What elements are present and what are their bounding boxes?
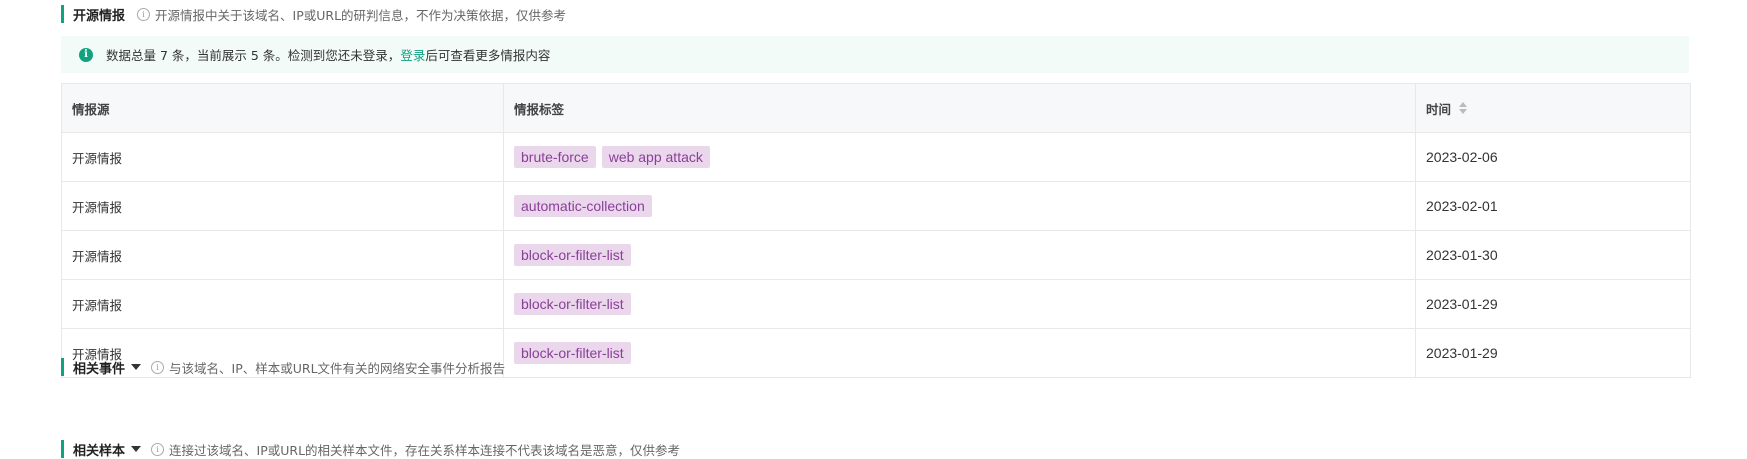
notice-banner: i 数据总量 7 条，当前展示 5 条。检测到您还未登录，登录后可查看更多情报内… <box>61 36 1689 73</box>
source-text: 开源情报 <box>72 199 123 215</box>
table-body: 开源情报 brute-force web app attack 2023-02-06 开… <box>62 133 1690 377</box>
section-title-samples: 相关样本 <box>73 443 126 459</box>
section-header-events[interactable]: 相关事件 i 与该域名、IP、样本或URL文件有关的网络安全事件分析报告 <box>61 358 506 377</box>
notice-text: 数据总量 7 条，当前展示 5 条。检测到您还未登录，登录后可查看更多情报内容 <box>106 45 550 64</box>
column-header-source: 情报源 <box>62 84 504 132</box>
cell-source: 开源情报 <box>62 280 504 328</box>
column-header-time[interactable]: 时间 <box>1416 84 1690 132</box>
column-header-label: 情报源 <box>72 101 110 117</box>
intel-tag[interactable]: brute-force <box>514 146 596 168</box>
info-icon: i <box>151 442 165 456</box>
source-text: 开源情报 <box>72 297 123 313</box>
cell-time: 2023-01-30 <box>1416 231 1690 279</box>
intel-tag[interactable]: block-or-filter-list <box>514 244 631 266</box>
notice-prefix: 数据总量 7 条，当前展示 5 条。检测到您还未登录， <box>106 48 401 63</box>
intel-table: 情报源 情报标签 时间 开源情报 brute-force web app attac… <box>61 83 1691 378</box>
cell-tags: automatic-collection <box>504 182 1416 230</box>
table-row: 开源情报 block-or-filter-list 2023-01-30 <box>62 231 1690 280</box>
cell-source: 开源情报 <box>62 231 504 279</box>
cell-tags: block-or-filter-list <box>504 329 1416 377</box>
column-header-label: 时间 <box>1426 101 1452 117</box>
table-header-row: 情报源 情报标签 时间 <box>62 84 1690 133</box>
intel-tag[interactable]: block-or-filter-list <box>514 342 631 364</box>
section-desc-intel: 开源情报中关于该域名、IP或URL的研判信息，不作为决策依据，仅供参考 <box>155 7 567 23</box>
info-filled-icon: i <box>79 47 93 62</box>
cell-source: 开源情报 <box>62 182 504 230</box>
section-header-intel: 开源情报 i 开源情报中关于该域名、IP或URL的研判信息，不作为决策依据，仅供… <box>61 5 567 24</box>
cell-source: 开源情报 <box>62 133 504 181</box>
notice-suffix: 后可查看更多情报内容 <box>425 48 551 63</box>
info-icon: i <box>151 360 165 374</box>
cell-tags: brute-force web app attack <box>504 133 1416 181</box>
table-row: 开源情报 block-or-filter-list 2023-01-29 <box>62 280 1690 329</box>
cell-tags: block-or-filter-list <box>504 280 1416 328</box>
column-header-label: 情报标签 <box>514 101 565 117</box>
info-icon: i <box>137 7 151 21</box>
cell-tags: block-or-filter-list <box>504 231 1416 279</box>
cell-time: 2023-01-29 <box>1416 280 1690 328</box>
chevron-down-icon[interactable] <box>131 364 142 370</box>
section-desc-samples: 连接过该域名、IP或URL的相关样本文件，存在关系样本连接不代表该域名是恶意，仅… <box>169 442 681 458</box>
source-text: 开源情报 <box>72 150 123 166</box>
column-header-tags: 情报标签 <box>504 84 1416 132</box>
intel-tag[interactable]: automatic-collection <box>514 195 652 217</box>
date-text: 2023-01-29 <box>1426 296 1498 312</box>
date-text: 2023-02-06 <box>1426 149 1498 165</box>
table-row: 开源情报 brute-force web app attack 2023-02-06 <box>62 133 1690 182</box>
cell-time: 2023-02-06 <box>1416 133 1690 181</box>
intel-tag[interactable]: block-or-filter-list <box>514 293 631 315</box>
sort-icon[interactable] <box>1459 102 1468 114</box>
table-row: 开源情报 automatic-collection 2023-02-01 <box>62 182 1690 231</box>
date-text: 2023-01-30 <box>1426 247 1498 263</box>
source-text: 开源情报 <box>72 248 123 264</box>
cell-time: 2023-01-29 <box>1416 329 1690 377</box>
section-header-samples[interactable]: 相关样本 i 连接过该域名、IP或URL的相关样本文件，存在关系样本连接不代表该… <box>61 440 681 459</box>
date-text: 2023-01-29 <box>1426 345 1498 361</box>
cell-time: 2023-02-01 <box>1416 182 1690 230</box>
section-title-events: 相关事件 <box>73 361 126 377</box>
date-text: 2023-02-01 <box>1426 198 1498 214</box>
section-title-intel: 开源情报 <box>73 8 126 24</box>
login-link[interactable]: 登录 <box>400 48 425 63</box>
section-desc-events: 与该域名、IP、样本或URL文件有关的网络安全事件分析报告 <box>169 360 506 376</box>
chevron-down-icon[interactable] <box>131 446 142 452</box>
intel-tag[interactable]: web app attack <box>601 146 710 168</box>
